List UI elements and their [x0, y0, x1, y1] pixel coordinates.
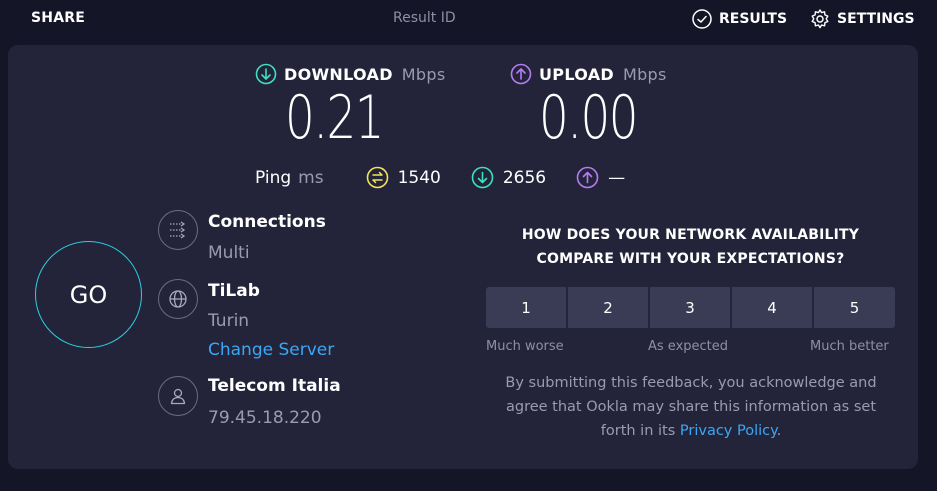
provider-name: Telecom Italia	[208, 376, 341, 396]
change-server-link[interactable]: Change Server	[208, 340, 334, 360]
person-icon	[158, 376, 198, 416]
rating-option-4[interactable]: 4	[732, 287, 812, 328]
privacy-policy-link[interactable]: Privacy Policy	[680, 423, 777, 439]
download-latency[interactable]: 2656	[471, 166, 546, 189]
idle-latency-icon	[366, 166, 388, 189]
result-id-label: Result ID	[393, 10, 456, 26]
ping-row: Ping ms 1540 2656 —	[255, 166, 655, 189]
arrow-down-circle-icon	[255, 63, 277, 85]
upload-unit: Mbps	[622, 64, 667, 84]
idle-latency[interactable]: 1540	[366, 166, 441, 189]
settings-button[interactable]: SETTINGS	[809, 8, 915, 30]
results-label: RESULTS	[719, 11, 788, 27]
results-button[interactable]: RESULTS	[691, 8, 787, 30]
connections-title: Connections	[208, 212, 326, 232]
connections-mode: Multi	[208, 243, 250, 263]
download-header: DOWNLOAD Mbps	[255, 63, 445, 85]
upload-label: UPLOAD	[539, 64, 614, 84]
globe-icon	[158, 279, 198, 319]
arrow-up-circle-icon	[510, 63, 532, 85]
rating-option-3[interactable]: 3	[650, 287, 730, 328]
upload-header: UPLOAD Mbps	[510, 63, 667, 85]
download-unit: Mbps	[401, 64, 446, 84]
check-circle-icon	[692, 9, 712, 29]
connections-value[interactable]: Multi	[208, 243, 250, 263]
arrow-down-circle-icon	[471, 166, 494, 189]
feedback-disclaimer: By submitting this feedback, you acknowl…	[492, 371, 890, 443]
server-name: TiLab	[208, 281, 260, 301]
download-latency-value: 2656	[502, 167, 547, 188]
go-button[interactable]: GO	[35, 241, 142, 348]
results-panel: DOWNLOAD Mbps 0.21 UPLOAD Mbps 0.00 Ping…	[8, 45, 918, 469]
arrow-up-circle-icon	[576, 166, 599, 189]
top-bar: SHARE Result ID RESULTS SETTINGS	[0, 0, 937, 40]
scale-high-label: Much better	[810, 339, 889, 354]
feedback-question-line2: COMPARE WITH YOUR EXPECTATIONS?	[536, 251, 845, 267]
rating-scale: 1 2 3 4 5	[486, 287, 895, 328]
connections-icon	[158, 210, 198, 250]
provider-ip: 79.45.18.220	[208, 408, 322, 428]
ping-label: Ping	[255, 167, 292, 188]
server-location: Turin	[208, 311, 250, 331]
scale-mid-label: As expected	[648, 339, 729, 354]
feedback-question-line1: HOW DOES YOUR NETWORK AVAILABILITY	[521, 227, 860, 243]
ping-unit: ms	[298, 167, 324, 188]
rating-option-1[interactable]: 1	[486, 287, 566, 328]
rating-option-5[interactable]: 5	[814, 287, 895, 328]
upload-latency-value: —	[608, 167, 626, 188]
disclaimer-line3: forth in its Privacy Policy.	[492, 419, 890, 443]
share-button[interactable]: SHARE	[31, 10, 85, 26]
feedback-question: HOW DOES YOUR NETWORK AVAILABILITY COMPA…	[498, 223, 883, 271]
upload-latency[interactable]: —	[576, 166, 625, 189]
disclaimer-line2: agree that Ookla may share this informat…	[505, 399, 877, 415]
settings-label: SETTINGS	[837, 11, 915, 27]
disclaimer-line3-prefix: forth in its	[600, 423, 680, 439]
idle-latency-value: 1540	[397, 167, 441, 188]
scale-low-label: Much worse	[486, 339, 564, 354]
gear-icon	[811, 9, 829, 29]
disclaimer-line1: By submitting this feedback, you acknowl…	[505, 375, 877, 391]
download-label: DOWNLOAD	[284, 64, 393, 84]
upload-speed-value: 0.00	[539, 83, 639, 153]
download-speed-value: 0.21	[285, 83, 385, 153]
rating-option-2[interactable]: 2	[568, 287, 648, 328]
disclaimer-suffix: .	[776, 423, 782, 439]
